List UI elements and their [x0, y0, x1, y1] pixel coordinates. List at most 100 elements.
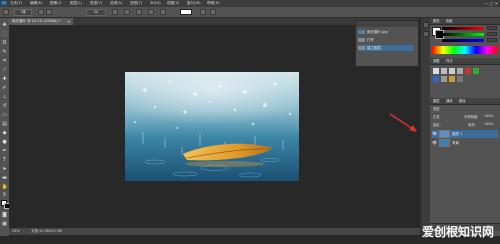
history-step-icon	[358, 38, 365, 42]
visibility-eye-icon[interactable]: 👁	[432, 139, 437, 147]
brightness-icon[interactable]	[433, 68, 439, 74]
value-field[interactable]: 50	[86, 8, 106, 16]
watermark-text: 爱创根知识网	[421, 225, 494, 239]
healing-brush-tool-icon[interactable]: ✚	[2, 76, 8, 82]
zoom-level[interactable]: 25%	[12, 228, 20, 235]
clone-stamp-tool-icon[interactable]: ⊥	[2, 94, 8, 100]
rain-leaf-photo[interactable]	[125, 72, 299, 181]
path-select-tool-icon[interactable]: ➤	[2, 166, 8, 172]
color-swatch[interactable]	[180, 9, 192, 15]
type-tool-icon[interactable]: T	[2, 157, 8, 163]
tab-swatches[interactable]: 色板	[446, 18, 453, 24]
add-selection-icon[interactable]	[46, 9, 52, 15]
levels-icon[interactable]	[441, 68, 447, 74]
option-toggle-icon-5[interactable]	[160, 9, 166, 15]
menu-select[interactable]: 选择(S)	[110, 0, 122, 7]
tab-styles[interactable]: 样式	[446, 58, 453, 64]
tab-color[interactable]: 颜色	[433, 18, 440, 24]
layer-name: 图层 1	[452, 132, 463, 136]
marquee-tool-icon[interactable]: ⬚	[2, 31, 8, 37]
option-toggle-icon-7[interactable]	[210, 9, 216, 15]
tab-channels[interactable]: 通道	[446, 98, 453, 104]
quick-mask-icon[interactable]: ◙	[2, 212, 8, 218]
move-tool-icon[interactable]: ✥	[2, 22, 8, 28]
document-tab-title: 雨天落叶 @ 25.1% (RGB/8) *	[12, 19, 61, 23]
option-toggle-icon[interactable]	[112, 9, 118, 15]
history-item-label: 建立图层	[367, 46, 381, 50]
option-toggle-icon-3[interactable]	[136, 9, 142, 15]
brush-tool-icon[interactable]: ✐	[2, 85, 8, 91]
red-value[interactable]	[487, 26, 497, 30]
history-panel-icon[interactable]	[422, 22, 429, 28]
layer-filter-kind[interactable]: 类型	[433, 106, 440, 111]
color-ramp[interactable]	[432, 46, 498, 54]
annotation-arrow-icon	[389, 113, 417, 132]
eraser-tool-icon[interactable]: ▭	[2, 112, 8, 118]
photo-filter-icon[interactable]	[449, 76, 455, 82]
exposure-icon[interactable]	[457, 68, 463, 74]
curves-icon[interactable]	[449, 68, 455, 74]
hand-tool-icon[interactable]: ✋	[2, 184, 8, 190]
menu-type[interactable]: 类型(Y)	[90, 0, 102, 7]
blur-tool-icon[interactable]: ◆	[2, 130, 8, 136]
lasso-tool-icon[interactable]: ʘ	[2, 40, 8, 46]
menu-image[interactable]: 图像(I)	[50, 0, 61, 7]
size-field[interactable]: 1像	[14, 8, 32, 16]
window-controls[interactable]: — ▢ ✕	[484, 0, 498, 7]
menu-filter[interactable]: 滤镜(T)	[130, 0, 142, 7]
option-toggle-icon-6[interactable]	[200, 9, 206, 15]
tab-paths[interactable]: 路径	[459, 98, 466, 104]
menu-layer[interactable]: 图层(L)	[70, 0, 82, 7]
history-item-open[interactable]: 打开	[358, 37, 414, 43]
blend-mode-select[interactable]: 正常	[433, 114, 440, 119]
crop-tool-icon[interactable]: ⌗	[2, 58, 8, 64]
fill-field[interactable]: 100%	[484, 122, 493, 126]
properties-panel-icon[interactable]	[422, 31, 429, 37]
quick-select-tool-icon[interactable]: ✎	[2, 49, 8, 55]
green-slider[interactable]	[442, 33, 484, 36]
document-tab[interactable]: 雨天落叶 @ 25.1% (RGB/8) * ×	[9, 18, 73, 25]
hue-icon[interactable]	[473, 68, 479, 74]
new-selection-icon[interactable]	[38, 9, 44, 15]
tool-preset-icon[interactable]	[3, 9, 9, 15]
bw-icon[interactable]	[441, 76, 447, 82]
gradient-tool-icon[interactable]: ▤	[2, 121, 8, 127]
layer-row[interactable]: 👁 图层 1	[432, 130, 498, 138]
option-toggle-icon-2[interactable]	[124, 9, 130, 15]
opacity-field[interactable]: 100%	[484, 114, 493, 118]
history-panel-header[interactable]	[356, 21, 418, 27]
adjustment-icons	[433, 68, 497, 84]
red-slider[interactable]	[442, 27, 484, 30]
history-item-new-layer[interactable]: 建立图层	[358, 45, 414, 51]
history-brush-tool-icon[interactable]: ↺	[2, 103, 8, 109]
zoom-tool-icon[interactable]: ⚲	[2, 192, 8, 198]
blue-value[interactable]	[487, 38, 497, 42]
tab-adjustments[interactable]: 调整	[433, 58, 440, 64]
shape-tool-icon[interactable]: ▬	[2, 175, 8, 181]
visibility-eye-icon[interactable]: 👁	[432, 130, 437, 138]
menu-edit[interactable]: 编辑(E)	[30, 0, 42, 7]
status-bar: 25% 文档:13.3M/13.3M	[9, 227, 420, 235]
color-balance-icon[interactable]	[433, 76, 439, 82]
tab-layers[interactable]: 图层	[433, 98, 440, 104]
vibrance-icon[interactable]	[465, 68, 471, 74]
green-value[interactable]	[487, 32, 497, 36]
screen-mode-icon[interactable]: ▣	[2, 221, 8, 227]
menu-3d[interactable]: 3D(D)	[150, 0, 161, 7]
close-tab-icon[interactable]: ×	[67, 18, 70, 25]
menu-window[interactable]: 窗口(W)	[187, 0, 201, 7]
blue-slider[interactable]	[442, 39, 484, 42]
option-toggle-icon-4[interactable]	[148, 9, 154, 15]
pen-tool-icon[interactable]: ✒	[2, 148, 8, 154]
dodge-tool-icon[interactable]: ●	[2, 139, 8, 145]
menu-view[interactable]: 视图(V)	[167, 0, 179, 7]
menu-help[interactable]: 帮助(H)	[207, 0, 220, 7]
eyedropper-tool-icon[interactable]: ⁄	[2, 67, 8, 73]
history-snapshot[interactable]: 雨天落叶.jpg	[358, 29, 414, 35]
channel-mixer-icon[interactable]	[457, 76, 463, 82]
color-panel-header: 颜色 色板	[430, 18, 500, 25]
menu-file[interactable]: 文件(F)	[10, 0, 22, 7]
history-step-icon	[358, 46, 365, 50]
fill-label: 填充:	[468, 123, 476, 127]
layer-row[interactable]: 👁 背景	[432, 139, 498, 147]
